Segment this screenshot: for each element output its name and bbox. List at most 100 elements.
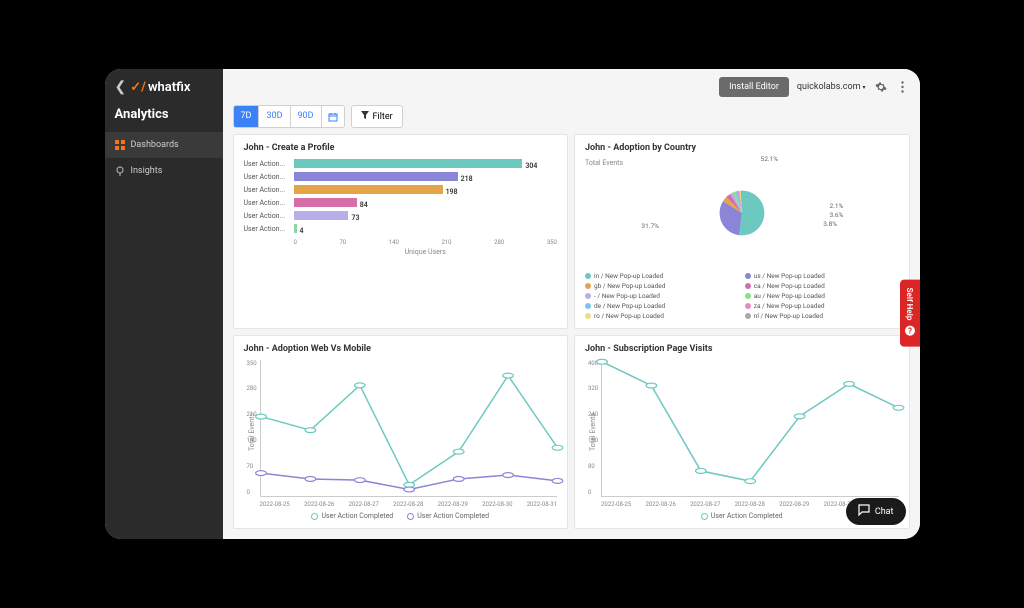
bar-label: User Action... xyxy=(244,186,290,194)
legend-item: au / New Pop-up Loaded xyxy=(745,292,899,300)
legend-circle xyxy=(701,513,708,520)
line-point xyxy=(893,405,904,410)
back-icon[interactable]: ❮ xyxy=(115,79,127,95)
x-ticks: 2022-08-252022-08-262022-08-272022-08-28… xyxy=(260,501,558,508)
bar-row: User Action... 4 xyxy=(244,224,558,233)
line-point xyxy=(305,427,316,432)
pie-callout: 31.7% xyxy=(641,222,658,230)
bar-label: User Action... xyxy=(244,212,290,220)
card-title: John - Adoption Web Vs Mobile xyxy=(244,344,558,354)
legend-dot xyxy=(585,313,591,319)
brand-logo: ✓/ whatfix xyxy=(130,80,190,95)
line-point xyxy=(354,477,365,482)
sidebar-item-label: Dashboards xyxy=(131,140,179,150)
legend-label: User Action Completed xyxy=(417,512,489,520)
card-title: John - Adoption by Country xyxy=(585,143,899,153)
sidebar-item-label: Insights xyxy=(131,166,163,176)
bar-label: User Action... xyxy=(244,225,290,233)
bar-track: 73 xyxy=(294,211,558,220)
segment-90d[interactable]: 90D xyxy=(291,106,322,127)
line-svg xyxy=(602,360,899,497)
calendar-icon[interactable] xyxy=(322,106,344,127)
sidebar-item-dashboards[interactable]: Dashboards xyxy=(105,132,223,158)
line-point xyxy=(255,470,266,475)
line-chart: Total Events 080160240320400 2022-08-252… xyxy=(585,360,899,521)
legend-item: User Action Completed xyxy=(407,512,489,520)
line-point xyxy=(695,468,706,473)
line-series xyxy=(602,361,899,480)
card-title: John - Create a Profile xyxy=(244,143,558,153)
legend-label: - / New Pop-up Loaded xyxy=(594,292,660,300)
legend-item: ca / New Pop-up Loaded xyxy=(745,282,899,290)
pie-callout: 52.1% xyxy=(761,155,778,163)
line-chart: Total Events 070140210280350 2022-08-252… xyxy=(244,360,558,521)
filter-button[interactable]: Filter xyxy=(351,105,403,128)
legend-label: us / New Pop-up Loaded xyxy=(754,272,825,280)
line-svg xyxy=(261,360,558,497)
legend-item: in / New Pop-up Loaded xyxy=(585,272,739,280)
line-point xyxy=(597,359,608,364)
bar-value: 4 xyxy=(300,227,304,235)
bar-row: User Action...84 xyxy=(244,198,558,207)
segment-30d[interactable]: 30D xyxy=(259,106,290,127)
legend-dot xyxy=(585,293,591,299)
dashboard-grid: John - Create a Profile User Action...30… xyxy=(223,134,920,539)
sidebar-item-insights[interactable]: Insights xyxy=(105,158,223,184)
bar-row: User Action... 198 xyxy=(244,185,558,194)
legend-dot xyxy=(745,283,751,289)
line-point xyxy=(453,476,464,481)
y-ticks: 080160240320400 xyxy=(588,360,598,497)
card-adoption-country: John - Adoption by Country Total Events … xyxy=(574,134,910,329)
pie-callout: 3.8% xyxy=(823,220,837,228)
pie-chart: Total Events 52.1%31.7%3.8%3.6%2.1% in /… xyxy=(585,159,899,320)
bar-fill xyxy=(294,185,443,194)
bar-value: 218 xyxy=(461,175,473,183)
pie-callout: 2.1% xyxy=(830,202,844,210)
legend-item: User Action Completed xyxy=(311,512,393,520)
help-icon: ? xyxy=(904,325,916,339)
bar-label: User Action... xyxy=(244,173,290,181)
filter-bar: 7D 30D 90D Filter xyxy=(223,105,920,134)
legend-label: de / New Pop-up Loaded xyxy=(594,302,665,310)
legend-dot xyxy=(745,293,751,299)
bar-value: 73 xyxy=(351,214,359,222)
domain-selector[interactable]: quickolabs.com ▾ xyxy=(797,82,866,92)
legend-label: in / New Pop-up Loaded xyxy=(594,272,663,280)
legend-label: ca / New Pop-up Loaded xyxy=(754,282,825,290)
bar-track: 198 xyxy=(294,185,558,194)
legend-circle xyxy=(407,513,414,520)
time-range-segments: 7D 30D 90D xyxy=(233,105,345,128)
legend-label: User Action Completed xyxy=(321,512,393,520)
legend-dot xyxy=(585,303,591,309)
chat-button[interactable]: Chat xyxy=(846,498,906,525)
self-help-tab[interactable]: Self Help ? xyxy=(900,280,920,347)
bar-fill xyxy=(294,159,523,168)
legend-dot xyxy=(585,273,591,279)
filter-icon xyxy=(361,111,369,122)
chat-label: Chat xyxy=(875,507,894,517)
bar-value: 84 xyxy=(360,201,368,209)
line-point xyxy=(552,478,563,483)
install-editor-button[interactable]: Install Editor xyxy=(719,77,789,97)
legend-label: User Action Completed xyxy=(711,512,783,520)
legend-dot xyxy=(585,283,591,289)
card-web-vs-mobile: John - Adoption Web Vs Mobile Total Even… xyxy=(233,335,569,530)
legend-item: nl / New Pop-up Loaded xyxy=(745,312,899,320)
bar-row: User Action...304 xyxy=(244,159,558,168)
legend-item: gb / New Pop-up Loaded xyxy=(585,282,739,290)
y-ticks: 070140210280350 xyxy=(247,360,257,497)
legend-item: ro / New Pop-up Loaded xyxy=(585,312,739,320)
legend-label: za / New Pop-up Loaded xyxy=(754,302,825,310)
chevron-down-icon: ▾ xyxy=(862,84,865,91)
svg-text:?: ? xyxy=(908,327,912,336)
gear-icon[interactable] xyxy=(874,80,888,94)
bar-row: User Action... 73 xyxy=(244,211,558,220)
app-window: ❮ ✓/ whatfix Analytics Dashboards Insigh… xyxy=(105,69,920,539)
segment-7d[interactable]: 7D xyxy=(234,106,260,127)
more-icon[interactable] xyxy=(896,80,910,94)
bar-fill xyxy=(294,224,297,233)
x-axis: 070140210280350 xyxy=(244,239,558,246)
line-point xyxy=(502,472,513,477)
pie-svg xyxy=(707,178,777,248)
line-point xyxy=(354,382,365,387)
